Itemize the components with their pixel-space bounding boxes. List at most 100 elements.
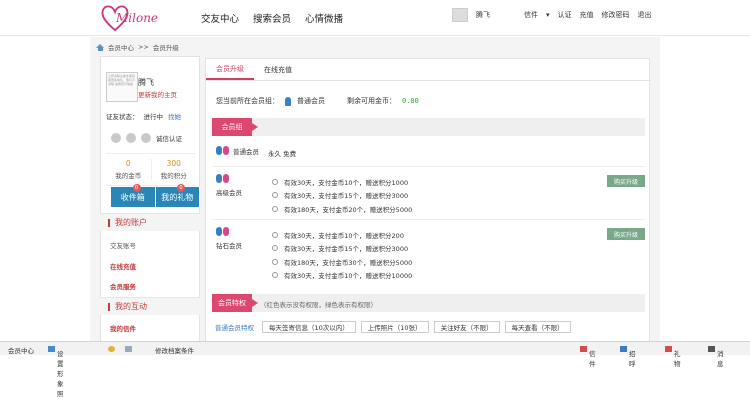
diamond-option-1[interactable]: 有效30天，支付金币10个，赠送积分200	[272, 230, 404, 240]
breadcrumb-home[interactable]: 会员中心	[108, 42, 134, 52]
senior-member-icon	[216, 174, 230, 184]
menu-item-my-letters[interactable]: 我的信件	[110, 323, 136, 333]
link-logout[interactable]: 退出	[638, 10, 652, 20]
bottom-smile[interactable]	[108, 345, 117, 353]
current-level-row: 您当前所在会员组： 普通会员 剩余可用金币： 0.00	[216, 96, 419, 106]
mail-link[interactable]: 信件	[524, 10, 538, 20]
diamond-option-4-text: 有效30天，支付金币10个，赠送积分10000	[284, 272, 413, 280]
chevron-down-icon[interactable]: ▾	[546, 11, 550, 19]
diamond-option-4[interactable]: 有效30天，支付金币10个，赠送积分10000	[272, 270, 412, 280]
nav-dating-center[interactable]: 交友中心	[201, 11, 239, 25]
logo[interactable]: Milone	[100, 4, 180, 32]
radio-button[interactable]	[272, 192, 278, 198]
badge-text[interactable]: 诚信认证	[156, 133, 182, 143]
stat-points-label: 我的积分	[160, 172, 187, 180]
senior-option-1[interactable]: 有效30天，支付金币10个，赠送积分1000	[272, 177, 408, 187]
senior-buy-button[interactable]: 购买升级	[607, 175, 645, 187]
nickname: 腾飞	[138, 78, 154, 87]
gifts-label: 我的礼物	[161, 192, 194, 202]
gold-label: 剩余可用金币：	[347, 97, 396, 105]
phone-badge-icon[interactable]	[126, 133, 136, 143]
senior-option-2[interactable]: 有效30天，支付金币15个，赠送积分3000	[272, 190, 408, 200]
diamond-option-2[interactable]: 有效30天，支付金币15个，赠送积分3000	[272, 243, 408, 253]
senior-option-2-text: 有效30天，支付金币15个，赠送积分3000	[284, 192, 409, 200]
bottom-greet-label: 招呼	[629, 350, 636, 368]
privileges-row-label: 普通会员特权	[215, 324, 254, 332]
radio-button[interactable]	[272, 179, 278, 185]
current-level-label: 您当前所在会员组：	[216, 97, 279, 105]
menu-activity-head[interactable]: 我的互动	[100, 297, 200, 315]
radio-button[interactable]	[272, 206, 278, 212]
link-verify[interactable]: 认证	[558, 10, 572, 20]
section-member-group: 会员组	[212, 118, 645, 136]
person-icon	[285, 96, 291, 106]
diamond-option-3[interactable]: 有效180天，支付金币30个，赠送积分5000	[272, 257, 412, 267]
greet-icon	[620, 346, 627, 352]
bottom-gift[interactable]: 礼物	[665, 345, 681, 368]
logo-text: Milone	[116, 11, 159, 25]
privilege-item: 每天查看（不限）	[504, 321, 571, 333]
level-diamond: 钻石会员	[216, 227, 242, 250]
bottom-more[interactable]	[125, 345, 134, 353]
senior-option-1-text: 有效30天，支付金币10个，赠送积分1000	[284, 179, 409, 187]
bottom-mail-label: 信件	[589, 350, 596, 368]
menu-item-online-recharge[interactable]: 在线充值	[110, 261, 136, 271]
radio-button[interactable]	[272, 245, 278, 251]
email-badge-icon[interactable]	[111, 133, 121, 143]
bottom-edit-profile[interactable]: 修改档案条件	[155, 345, 194, 355]
radio-button[interactable]	[272, 232, 278, 238]
radio-button[interactable]	[272, 259, 278, 265]
inbox-gifts-buttons: 0 收件箱 0 我的礼物	[111, 184, 200, 207]
normal-member-icon	[216, 146, 230, 156]
level-normal-name: 普通会员	[233, 148, 259, 156]
smile-icon	[108, 346, 115, 352]
privilege-item: 每天签寄信息（10次以内）	[262, 321, 356, 333]
senior-option-3[interactable]: 有效180天，支付金币20个，赠送积分5000	[272, 204, 412, 214]
breadcrumb-sep: >>	[138, 43, 149, 51]
profile-picture[interactable]: 上传清晰头像才能获取更多信任，照片不清晰 会降低可信度	[106, 72, 138, 102]
inbox-button[interactable]: 0 收件箱	[111, 184, 156, 207]
radio-button[interactable]	[272, 272, 278, 278]
menu-item-dating-account[interactable]: 交友账号	[110, 240, 136, 250]
cert-link[interactable]: 找她	[168, 111, 181, 121]
nav-search-members[interactable]: 搜索会员	[253, 11, 291, 25]
stat-points-value: 300	[166, 159, 181, 168]
update-homepage-link[interactable]: 更新我的主页	[138, 89, 177, 99]
tab-member-upgrade[interactable]: 会员升级	[206, 59, 254, 80]
gifts-button[interactable]: 0 我的礼物	[155, 184, 200, 207]
username[interactable]: 腾飞	[476, 10, 490, 20]
bottom-message[interactable]: 消息	[708, 345, 724, 368]
current-level-value: 普通会员	[297, 97, 325, 105]
senior-option-3-text: 有效180天，支付金币20个，赠送积分5000	[284, 206, 413, 214]
bottom-gift-label: 礼物	[674, 350, 681, 368]
privilege-item: 上传照片（10张）	[360, 321, 429, 333]
id-badge-icon[interactable]	[141, 133, 151, 143]
stat-points[interactable]: 300 我的积分	[152, 159, 197, 180]
avatar[interactable]	[452, 8, 468, 22]
menu-account-head[interactable]: 我的账户	[100, 213, 200, 231]
photo-icon	[48, 346, 55, 352]
privileges-row: 普通会员特权 每天签寄信息（10次以内） 上传照片（10张） 关注好友（不限） …	[212, 321, 571, 333]
stat-gold[interactable]: 0 我的金币	[106, 159, 152, 180]
link-change-password[interactable]: 修改密码	[602, 10, 630, 20]
tab-online-recharge[interactable]: 在线充值	[254, 59, 302, 80]
menu-bar-marker	[108, 218, 110, 227]
user-area: 腾飞 信件 ▾ 认证 充值 修改密码 退出	[452, 8, 652, 22]
level-normal: 普通会员	[216, 146, 259, 156]
level-senior: 高级会员	[216, 174, 242, 197]
diamond-buy-button[interactable]: 购买升级	[607, 228, 645, 240]
breadcrumb: 会员中心 >> 会员升级	[96, 42, 179, 52]
bottom-set-photo[interactable]: 设置形象照	[48, 345, 64, 398]
gold-value: 0.00	[402, 97, 419, 105]
bottom-member-center[interactable]: 会员中心	[8, 345, 34, 355]
profile-pic-hint: 上传清晰头像才能获取更多信任，照片不清晰 会降低可信度	[108, 74, 136, 86]
divider	[212, 219, 645, 220]
bottom-mail[interactable]: 信件	[580, 345, 596, 368]
link-recharge[interactable]: 充值	[580, 10, 594, 20]
bottom-greet[interactable]: 招呼	[620, 345, 636, 368]
home-icon	[96, 43, 104, 51]
bottom-set-photo-label: 设置形象照	[57, 350, 64, 398]
privileges-note: （红色表示没有权限，绿色表示有权限）	[260, 301, 377, 309]
nav-mood-posts[interactable]: 心情微播	[305, 11, 343, 25]
menu-item-member-service[interactable]: 会员服务	[110, 281, 136, 291]
